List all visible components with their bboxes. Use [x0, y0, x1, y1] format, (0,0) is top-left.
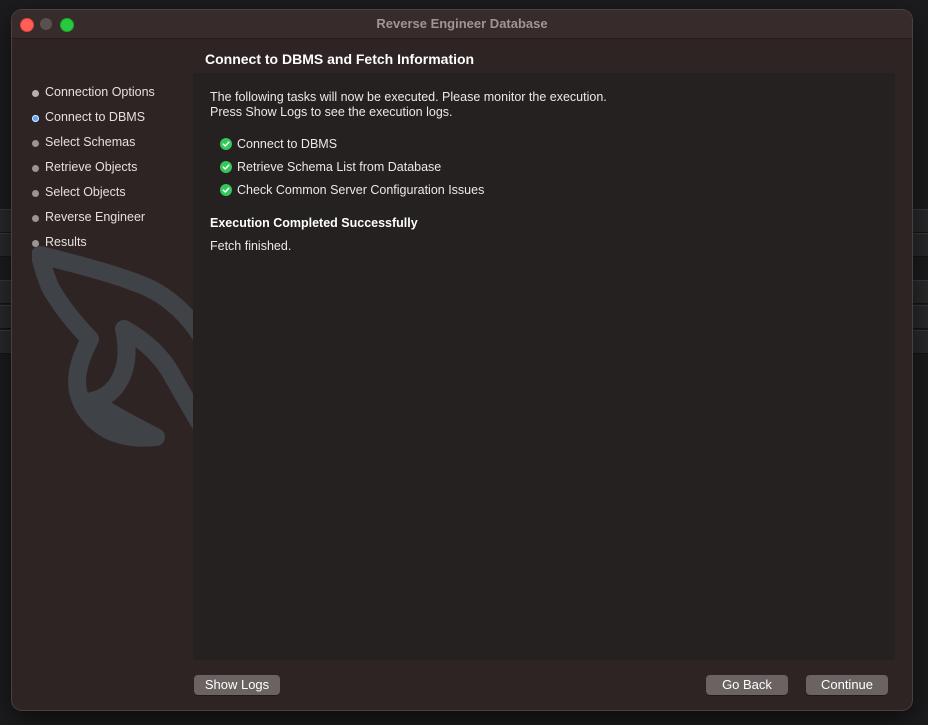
intro-line: The following tasks will now be executed…	[210, 90, 607, 104]
task-label: Retrieve Schema List from Database	[237, 160, 442, 174]
wizard-window: Reverse Engineer Database Connection Opt…	[12, 10, 912, 710]
background-app-row	[912, 233, 928, 257]
background-app-row	[0, 330, 12, 354]
step-label: Results	[45, 235, 87, 249]
step-pending-indicator	[32, 190, 39, 197]
step-pending-indicator	[32, 240, 39, 247]
show-logs-button[interactable]: Show Logs	[194, 675, 280, 695]
wizard-steps-sidebar: Connection Options Connect to DBMS Selec…	[12, 38, 329, 710]
page-title: Connect to DBMS and Fetch Information	[205, 51, 475, 67]
background-app-row	[0, 280, 12, 304]
step-active-indicator	[32, 115, 39, 122]
background-app-row	[912, 330, 928, 354]
step-label: Connection Options	[45, 85, 155, 99]
step-pending-indicator	[32, 215, 39, 222]
step-label: Select Objects	[45, 185, 126, 199]
step-label: Select Schemas	[45, 135, 136, 149]
task-label: Check Common Server Configuration Issues	[237, 183, 485, 197]
check-circle-icon	[220, 161, 232, 173]
background-app-row	[912, 280, 928, 304]
step-label: Reverse Engineer	[45, 210, 146, 224]
background-app-row	[912, 209, 928, 233]
check-circle-icon	[220, 138, 232, 150]
title-bar[interactable]: Reverse Engineer Database	[12, 10, 912, 39]
background-app-row	[0, 209, 12, 233]
intro-line: Press Show Logs to see the execution log…	[210, 105, 453, 119]
continue-button[interactable]: Continue	[806, 675, 888, 695]
execution-status-message: Fetch finished.	[210, 239, 292, 253]
task-panel: The following tasks will now be executed…	[193, 73, 895, 660]
intro-text: The following tasks will now be executed…	[210, 90, 810, 120]
step-pending-indicator	[32, 165, 39, 172]
step-pending-indicator	[32, 140, 39, 147]
step-done-indicator	[32, 90, 39, 97]
background-app-row	[0, 233, 12, 257]
background-app-row	[0, 305, 12, 329]
task-label: Connect to DBMS	[237, 137, 338, 151]
check-circle-icon	[220, 184, 232, 196]
go-back-button[interactable]: Go Back	[706, 675, 788, 695]
execution-status-title: Execution Completed Successfully	[210, 216, 418, 230]
window-title: Reverse Engineer Database	[376, 16, 548, 31]
background-app-row	[912, 305, 928, 329]
step-label: Retrieve Objects	[45, 160, 138, 174]
step-label: Connect to DBMS	[45, 110, 146, 124]
